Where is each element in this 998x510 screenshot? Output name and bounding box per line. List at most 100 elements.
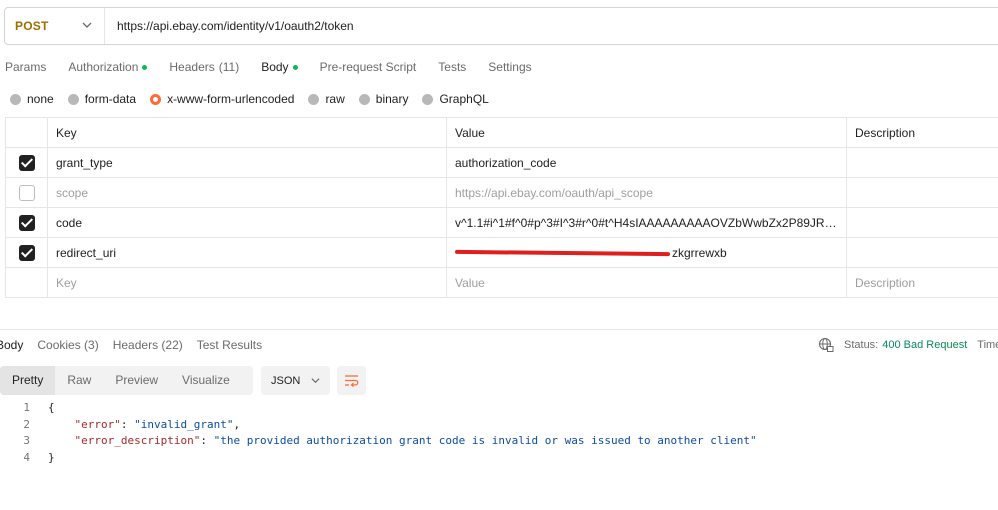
- radio-binary[interactable]: binary: [358, 92, 409, 106]
- json-value: "the provided authorization grant code i…: [213, 434, 757, 447]
- radio-circle-icon: [358, 93, 370, 105]
- url-input[interactable]: https://api.ebay.com/identity/v1/oauth2/…: [105, 19, 354, 33]
- row-checkbox[interactable]: [18, 214, 35, 231]
- value-cell[interactable]: zkgrrewxb: [446, 237, 847, 268]
- format-tab-preview[interactable]: Preview: [103, 366, 170, 395]
- tab-headers[interactable]: Headers (11): [169, 60, 239, 74]
- description-cell[interactable]: [846, 147, 998, 178]
- radio-label: form-data: [84, 92, 137, 106]
- description-placeholder[interactable]: Description: [846, 267, 998, 298]
- method-label: POST: [15, 19, 49, 33]
- column-header-value: Value: [446, 117, 847, 148]
- json-comma: ,: [233, 417, 241, 431]
- radio-label: none: [27, 92, 54, 106]
- tab-count: (11): [218, 60, 240, 74]
- tab-settings[interactable]: Settings: [488, 60, 531, 74]
- header-checkbox-cell: [5, 117, 48, 148]
- radio-circle-icon: [422, 93, 434, 105]
- chevron-down-icon: [311, 378, 320, 384]
- radio-circle-icon: [308, 93, 320, 105]
- line-number: 1: [23, 401, 30, 414]
- format-select[interactable]: JSON: [261, 366, 330, 395]
- brace-close: }: [48, 450, 55, 464]
- tab-body[interactable]: Body: [261, 60, 298, 74]
- description-cell[interactable]: [846, 207, 998, 238]
- tab-label: Tests: [438, 60, 467, 74]
- tab-label: Params: [5, 60, 47, 74]
- json-value: "invalid_grant": [134, 417, 234, 431]
- status-value: 400 Bad Request: [882, 339, 968, 351]
- value-cell[interactable]: authorization_code: [446, 147, 847, 178]
- column-header-description: Description: [846, 117, 998, 148]
- wrap-lines-button[interactable]: [337, 366, 366, 395]
- time-label: Time: [977, 339, 998, 351]
- tab-tests[interactable]: Tests: [438, 60, 466, 74]
- value-cell[interactable]: https://api.ebay.com/oauth/api_scope: [446, 177, 847, 208]
- redaction-mark: [454, 250, 671, 257]
- description-cell[interactable]: [846, 177, 998, 208]
- table-row: redirect_uri zkgrrewxb: [5, 237, 998, 268]
- response-body-code: 1{ 2 "error": "invalid_grant", 3 "error_…: [0, 400, 998, 466]
- format-tabs: Pretty Raw Preview Visualize: [0, 366, 253, 395]
- request-tabs: Params Authorization Headers (11) Body Pr…: [5, 58, 554, 76]
- tab-label: Authorization: [68, 60, 139, 74]
- wrap-lines-icon: [345, 375, 359, 387]
- radio-form-data[interactable]: form-data: [67, 92, 137, 106]
- method-select[interactable]: POST: [5, 8, 105, 44]
- format-tab-raw[interactable]: Raw: [55, 366, 103, 395]
- row-checkbox-cell: [5, 147, 48, 178]
- value-cell[interactable]: v^1.1#i^1#f^0#p^3#I^3#r^0#t^H4sIAAAAAAAA…: [446, 207, 847, 238]
- row-checkbox[interactable]: [18, 154, 35, 171]
- tab-params[interactable]: Params: [5, 60, 46, 74]
- json-key: "error_description": [74, 434, 201, 447]
- column-header-key: Key: [47, 117, 447, 148]
- row-checkbox-cell: [5, 237, 48, 268]
- tab-pre-request-script[interactable]: Pre-request Script: [320, 60, 417, 74]
- globe-icon[interactable]: [818, 337, 834, 353]
- row-checkbox-cell: [5, 207, 48, 238]
- radio-graphql[interactable]: GraphQL: [422, 92, 489, 106]
- key-cell[interactable]: scope: [47, 177, 447, 208]
- key-cell[interactable]: redirect_uri: [47, 237, 447, 268]
- response-divider: [0, 329, 998, 330]
- row-checkbox-cell: [5, 267, 48, 298]
- response-tab-cookies[interactable]: Cookies (3): [37, 338, 98, 352]
- radio-label: binary: [375, 92, 409, 106]
- response-status: Status: 400 Bad Request Time: [818, 337, 998, 353]
- radio-x-www-form-urlencoded[interactable]: x-www-form-urlencoded: [150, 92, 294, 106]
- description-cell[interactable]: [846, 237, 998, 268]
- response-format-bar: Pretty Raw Preview Visualize JSON: [0, 366, 366, 395]
- status-label: Status:: [844, 339, 879, 351]
- tab-label: Pre-request Script: [319, 60, 417, 74]
- radio-circle-icon: [67, 93, 79, 105]
- response-tabs: Body Cookies (3) Headers (22) Test Resul…: [0, 338, 276, 352]
- radio-raw[interactable]: raw: [308, 92, 345, 106]
- key-placeholder[interactable]: Key: [47, 267, 447, 298]
- url-bar: POST https://api.ebay.com/identity/v1/oa…: [4, 7, 998, 45]
- radio-label: GraphQL: [439, 92, 489, 106]
- radio-circle-icon: [10, 93, 21, 105]
- format-tab-visualize[interactable]: Visualize: [170, 366, 242, 395]
- tab-label: Settings: [488, 60, 532, 74]
- response-tab-headers[interactable]: Headers (22): [113, 338, 183, 352]
- brace-open: {: [48, 401, 55, 414]
- code-line: 1{: [0, 400, 998, 417]
- code-line: 2 "error": "invalid_grant",: [0, 417, 998, 434]
- format-tab-pretty[interactable]: Pretty: [0, 366, 56, 395]
- value-placeholder[interactable]: Value: [446, 267, 847, 298]
- row-checkbox[interactable]: [18, 244, 35, 261]
- radio-label: x-www-form-urlencoded: [167, 92, 295, 106]
- row-checkbox[interactable]: [18, 184, 35, 201]
- tab-label: Headers: [169, 60, 215, 74]
- radio-none[interactable]: none: [10, 92, 54, 106]
- key-cell[interactable]: grant_type: [47, 147, 447, 178]
- response-tab-body[interactable]: Body: [0, 338, 23, 352]
- code-line: 4}: [0, 450, 998, 467]
- body-type-radios: none form-data x-www-form-urlencoded raw…: [10, 92, 503, 106]
- response-tab-test-results[interactable]: Test Results: [197, 338, 262, 352]
- table-row-placeholder: Key Value Description: [5, 267, 998, 298]
- tab-authorization[interactable]: Authorization: [68, 60, 148, 74]
- key-cell[interactable]: code: [47, 207, 447, 238]
- line-number: 2: [23, 417, 30, 431]
- table-row: grant_type authorization_code: [5, 147, 998, 178]
